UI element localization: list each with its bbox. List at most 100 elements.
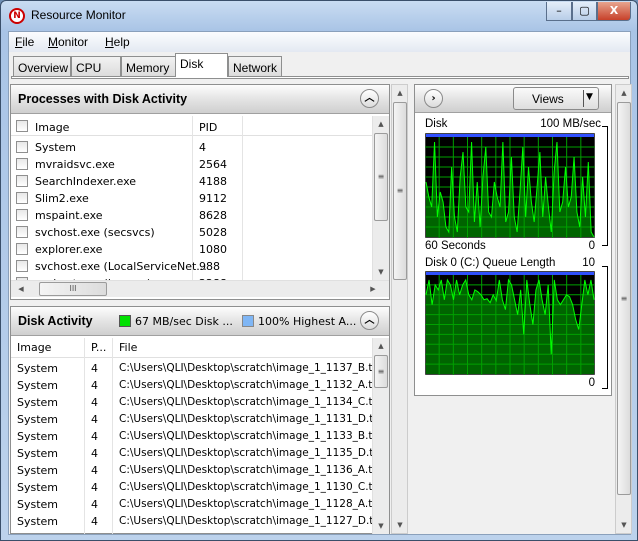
process-checkbox[interactable] — [16, 158, 28, 170]
row-image: System — [17, 362, 59, 375]
disk-activity-header[interactable]: Disk Activity 67 MB/sec Disk ... 100% Hi… — [11, 307, 389, 336]
maximize-icon: ▢ — [579, 4, 590, 17]
row-image: System — [17, 413, 59, 426]
tab-overview[interactable]: Overview — [13, 56, 71, 76]
process-row[interactable]: SearchIndexer.exe 4188 — [11, 173, 372, 190]
scroll-down-icon[interactable]: ▼ — [616, 517, 632, 533]
close-button[interactable]: X — [597, 2, 631, 21]
processes-header[interactable]: Processes with Disk Activity ︿ — [11, 85, 389, 114]
disk-activity-panel: Disk Activity 67 MB/sec Disk ... 100% Hi… — [10, 306, 390, 534]
disk-activity-row[interactable]: System 4 C:\Users\QLI\Desktop\scratch\im… — [11, 395, 372, 412]
scroll-right-icon[interactable]: ▶ — [365, 281, 381, 297]
hscroll-thumb[interactable]: III — [39, 282, 107, 296]
collapse-button[interactable]: ︿ — [360, 311, 379, 330]
tab-cpu[interactable]: CPU — [71, 56, 121, 76]
process-row[interactable]: explorer.exe 1080 — [11, 241, 372, 258]
scroll-up-icon[interactable]: ▲ — [616, 85, 632, 101]
menu-help[interactable]: Help — [105, 35, 130, 49]
processes-hscrollbar[interactable]: ◀ III ▶ — [11, 280, 389, 297]
menu-file[interactable]: File — [15, 35, 34, 49]
disk-activity-row[interactable]: System 4 C:\Users\QLI\Desktop\scratch\im… — [11, 412, 372, 429]
process-row[interactable]: mspaint.exe 8628 — [11, 207, 372, 224]
scroll-up-icon[interactable]: ▲ — [373, 338, 389, 354]
row-image: System — [17, 447, 59, 460]
select-all-checkbox[interactable] — [16, 120, 28, 132]
graphs-vscrollbar[interactable]: ▲ ≡ ▼ — [615, 84, 632, 534]
column-pid[interactable]: PID — [199, 121, 217, 134]
row-image: System — [17, 430, 59, 443]
disk-graph-max: 100 MB/sec — [540, 118, 601, 130]
process-image: mvraidsvc.exe — [35, 158, 115, 171]
disk-activity-row[interactable]: System 4 C:\Users\QLI\Desktop\scratch\im… — [11, 463, 372, 480]
scroll-thumb[interactable]: ≡ — [393, 102, 407, 280]
process-pid: 9112 — [199, 192, 227, 205]
chevron-up-icon: ︿ — [364, 315, 375, 326]
row-image: System — [17, 481, 59, 494]
disk-graph-min: 0 — [588, 240, 595, 252]
scroll-up-icon[interactable]: ▲ — [373, 116, 389, 132]
process-row[interactable]: mvraidsvc.exe 2564 — [11, 156, 372, 173]
graphs-header: › Views ▼ — [415, 85, 611, 113]
disk-activity-column-header: Image P... File — [11, 338, 372, 358]
disk-activity-vscrollbar[interactable]: ▲ ≡ ▼ — [372, 338, 389, 534]
processes-vscrollbar[interactable]: ▲ ≡ ▼ — [372, 116, 389, 280]
process-checkbox[interactable] — [16, 192, 28, 204]
row-file: C:\Users\QLI\Desktop\scratch\image_1_113… — [119, 362, 372, 374]
views-button[interactable]: Views ▼ — [513, 87, 599, 110]
process-row[interactable]: System 4 — [11, 139, 372, 156]
column-pid[interactable]: P... — [91, 341, 106, 354]
disk-activity-row[interactable]: System 4 C:\Users\QLI\Desktop\scratch\im… — [11, 378, 372, 395]
graph-bracket — [602, 126, 608, 246]
process-pid: 4188 — [199, 175, 227, 188]
queue-graph — [425, 271, 595, 375]
tab-disk[interactable]: Disk — [175, 53, 228, 77]
tab-network[interactable]: Network — [228, 56, 282, 76]
dropdown-arrow-icon[interactable]: ▼ — [586, 92, 593, 102]
row-pid: 4 — [91, 447, 98, 460]
expand-button[interactable]: › — [424, 89, 443, 108]
column-image[interactable]: Image — [35, 121, 69, 134]
maximize-button[interactable]: ▢ — [572, 2, 597, 21]
scroll-thumb[interactable]: ≡ — [374, 133, 388, 221]
tab-memory[interactable]: Memory — [121, 56, 176, 76]
scroll-left-icon[interactable]: ◀ — [13, 281, 29, 297]
disk-activity-row[interactable]: System 4 C:\Users\QLI\Desktop\scratch\im… — [11, 446, 372, 463]
process-checkbox[interactable] — [16, 209, 28, 221]
resource-monitor-window: N Resource Monitor – ▢ X File Monitor He… — [0, 0, 638, 541]
disk-activity-row[interactable]: System 4 C:\Users\QLI\Desktop\scratch\im… — [11, 514, 372, 531]
disk-graph-xlabel: 60 Seconds — [425, 240, 486, 252]
process-row[interactable]: svchost.exe (LocalServiceNet... 988 — [11, 258, 372, 275]
disk-activity-row[interactable]: System 4 C:\Users\QLI\Desktop\scratch\im… — [11, 429, 372, 446]
disk-activity-row[interactable]: System 4 C:\Users\QLI\Desktop\scratch\im… — [11, 361, 372, 378]
disk-activity-list: System 4 C:\Users\QLI\Desktop\scratch\im… — [11, 361, 372, 533]
row-pid: 4 — [91, 498, 98, 511]
row-file: C:\Users\QLI\Desktop\scratch\image_1_113… — [119, 481, 372, 493]
menu-monitor[interactable]: Monitor — [48, 35, 88, 49]
process-checkbox[interactable] — [16, 243, 28, 255]
minimize-button[interactable]: – — [546, 2, 572, 21]
scroll-down-icon[interactable]: ▼ — [373, 518, 389, 534]
row-image: System — [17, 515, 59, 528]
process-checkbox[interactable] — [16, 141, 28, 153]
process-checkbox[interactable] — [16, 175, 28, 187]
process-checkbox[interactable] — [16, 260, 28, 272]
process-row[interactable]: svchost.exe (secsvcs) 5028 — [11, 224, 372, 241]
scroll-down-icon[interactable]: ▼ — [373, 264, 389, 280]
column-file[interactable]: File — [119, 341, 137, 354]
scroll-thumb[interactable]: ≡ — [617, 102, 631, 495]
column-image[interactable]: Image — [17, 341, 51, 354]
disk-activity-row[interactable]: System 4 C:\Users\QLI\Desktop\scratch\im… — [11, 497, 372, 514]
menu-bar: File Monitor Help — [9, 32, 630, 52]
scroll-thumb[interactable]: ≡ — [374, 355, 388, 388]
disk-activity-row[interactable]: System 4 C:\Users\QLI\Desktop\scratch\im… — [11, 480, 372, 497]
window-title: Resource Monitor — [31, 8, 126, 22]
disk-io-legend-swatch — [119, 315, 131, 327]
process-row[interactable]: Slim2.exe 9112 — [11, 190, 372, 207]
row-file: C:\Users\QLI\Desktop\scratch\image_1_113… — [119, 413, 372, 425]
collapse-button[interactable]: ︿ — [360, 89, 379, 108]
scroll-up-icon[interactable]: ▲ — [392, 85, 408, 101]
process-image: explorer.exe — [35, 243, 103, 256]
scroll-down-icon[interactable]: ▼ — [392, 517, 408, 533]
process-checkbox[interactable] — [16, 226, 28, 238]
main-vscrollbar[interactable]: ▲ ≡ ▼ — [391, 84, 408, 534]
